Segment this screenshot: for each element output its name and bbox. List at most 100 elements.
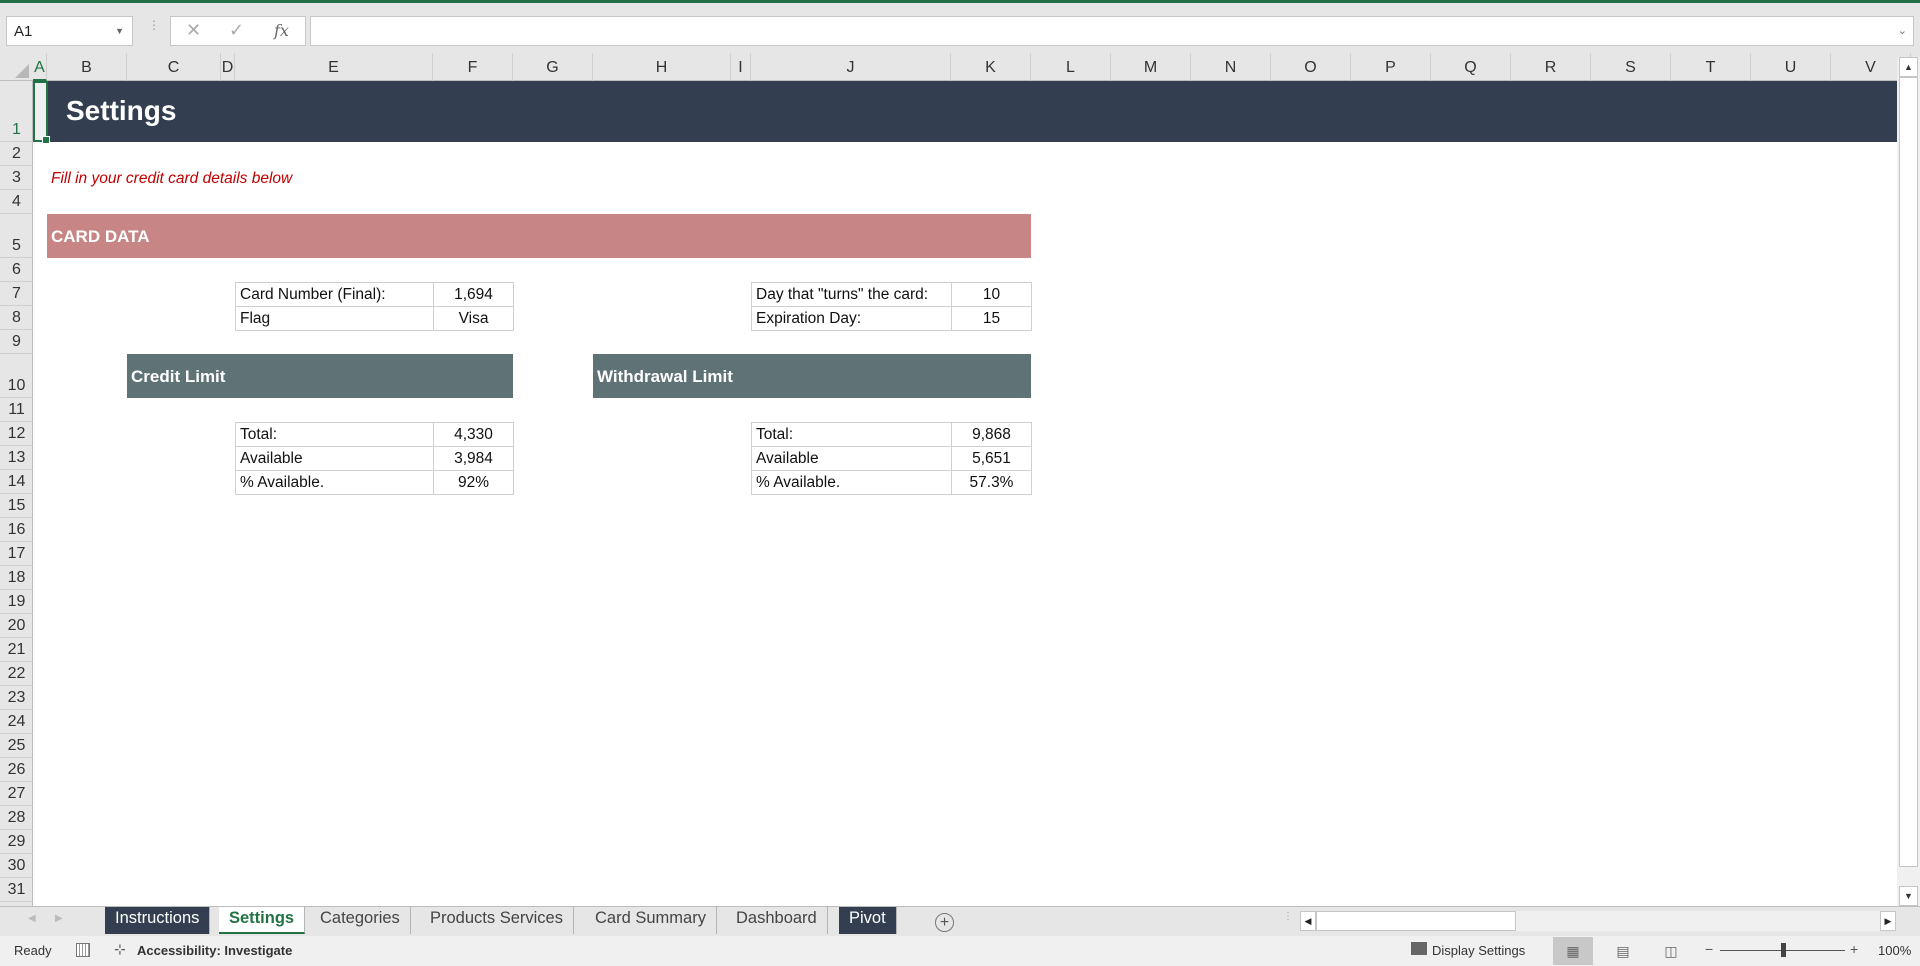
column-header-s[interactable]: S: [1591, 53, 1671, 81]
column-header-t[interactable]: T: [1671, 53, 1751, 81]
zoom-slider-thumb[interactable]: [1781, 943, 1786, 957]
column-header-b[interactable]: B: [47, 53, 127, 81]
name-box[interactable]: A1 ▼: [6, 16, 133, 46]
accessibility-status[interactable]: Accessibility: Investigate: [137, 943, 292, 958]
scroll-left-icon[interactable]: ◀: [1300, 911, 1316, 931]
prev-sheet-icon[interactable]: ◀: [28, 913, 36, 924]
turn-day-value[interactable]: 10: [951, 282, 1032, 307]
row-header-4[interactable]: 4: [0, 190, 33, 214]
sheet-tab-categories[interactable]: Categories: [310, 907, 411, 934]
row-header-10[interactable]: 10: [0, 354, 33, 398]
sheet-tab-pivot[interactable]: Pivot: [839, 907, 897, 934]
withdrawal-pct-value[interactable]: 57.3%: [951, 470, 1032, 495]
macro-record-icon[interactable]: [76, 943, 90, 957]
zoom-in-icon[interactable]: +: [1850, 941, 1858, 957]
column-header-q[interactable]: Q: [1431, 53, 1511, 81]
row-header-3[interactable]: 3: [0, 166, 33, 190]
column-header-g[interactable]: G: [513, 53, 593, 81]
accessibility-icon[interactable]: ⊹: [114, 941, 126, 958]
row-header-19[interactable]: 19: [0, 590, 33, 614]
sheet-tab-products-services[interactable]: Products Services: [420, 907, 574, 934]
zoom-out-icon[interactable]: −: [1705, 941, 1713, 957]
display-settings-icon[interactable]: [1411, 942, 1427, 955]
column-header-n[interactable]: N: [1191, 53, 1271, 81]
row-header-23[interactable]: 23: [0, 686, 33, 710]
column-header-j[interactable]: J: [751, 53, 951, 81]
column-header-f[interactable]: F: [433, 53, 513, 81]
row-header-27[interactable]: 27: [0, 782, 33, 806]
horizontal-scroll-thumb[interactable]: [1316, 911, 1516, 931]
column-header-i[interactable]: I: [731, 53, 751, 81]
row-header-31[interactable]: 31: [0, 878, 33, 902]
scroll-up-icon[interactable]: ▲: [1899, 57, 1918, 77]
enter-icon[interactable]: ✓: [229, 20, 244, 41]
sheet-tab-dashboard[interactable]: Dashboard: [726, 907, 828, 934]
row-header-28[interactable]: 28: [0, 806, 33, 830]
column-header-h[interactable]: H: [593, 53, 731, 81]
sheet-tab-card-summary[interactable]: Card Summary: [585, 907, 717, 934]
select-all-button[interactable]: [0, 53, 33, 81]
row-header-12[interactable]: 12: [0, 422, 33, 446]
row-header-13[interactable]: 13: [0, 446, 33, 470]
column-header-o[interactable]: O: [1271, 53, 1351, 81]
row-header-24[interactable]: 24: [0, 710, 33, 734]
sheet-tab-instructions[interactable]: Instructions: [105, 907, 211, 934]
column-header-a[interactable]: A: [33, 53, 47, 81]
column-header-r[interactable]: R: [1511, 53, 1591, 81]
row-header-16[interactable]: 16: [0, 518, 33, 542]
row-header-21[interactable]: 21: [0, 638, 33, 662]
card-number-value[interactable]: 1,694: [433, 282, 514, 307]
row-header-6[interactable]: 6: [0, 258, 33, 282]
row-header-1[interactable]: 1: [0, 81, 33, 142]
column-header-p[interactable]: P: [1351, 53, 1431, 81]
credit-available-value[interactable]: 3,984: [433, 446, 514, 471]
cancel-icon[interactable]: ✕: [186, 20, 201, 41]
column-header-l[interactable]: L: [1031, 53, 1111, 81]
credit-pct-value[interactable]: 92%: [433, 470, 514, 495]
scroll-down-icon[interactable]: ▼: [1899, 886, 1918, 906]
row-header-26[interactable]: 26: [0, 758, 33, 782]
next-sheet-icon[interactable]: ▶: [55, 913, 63, 924]
column-header-c[interactable]: C: [127, 53, 221, 81]
chevron-down-icon[interactable]: ▼: [115, 26, 124, 36]
row-header-17[interactable]: 17: [0, 542, 33, 566]
function-icon[interactable]: fx: [274, 21, 289, 40]
row-header-22[interactable]: 22: [0, 662, 33, 686]
formula-input[interactable]: ⌄: [310, 16, 1914, 46]
active-cell-a1[interactable]: [33, 81, 50, 144]
credit-total-value[interactable]: 4,330: [433, 422, 514, 447]
column-header-k[interactable]: K: [951, 53, 1031, 81]
vertical-scrollbar[interactable]: ▲ ▼: [1897, 57, 1920, 906]
display-settings-button[interactable]: Display Settings: [1432, 943, 1525, 958]
row-header-15[interactable]: 15: [0, 494, 33, 518]
vertical-scroll-thumb[interactable]: [1899, 77, 1918, 867]
withdrawal-available-value[interactable]: 5,651: [951, 446, 1032, 471]
zoom-level[interactable]: 100%: [1878, 943, 1911, 958]
row-header-2[interactable]: 2: [0, 142, 33, 166]
row-header-7[interactable]: 7: [0, 282, 33, 306]
row-header-14[interactable]: 14: [0, 470, 33, 494]
normal-view-icon[interactable]: ▦: [1553, 937, 1593, 965]
page-layout-view-icon[interactable]: ▤: [1603, 937, 1643, 965]
row-header-18[interactable]: 18: [0, 566, 33, 590]
page-break-view-icon[interactable]: ◫: [1651, 937, 1691, 965]
expiration-day-value[interactable]: 15: [951, 306, 1032, 331]
row-header-29[interactable]: 29: [0, 830, 33, 854]
row-header-11[interactable]: 11: [0, 398, 33, 422]
add-sheet-icon[interactable]: +: [935, 913, 954, 932]
sheet-tab-settings[interactable]: Settings: [219, 907, 306, 934]
withdrawal-total-value[interactable]: 9,868: [951, 422, 1032, 447]
flag-value[interactable]: Visa: [433, 306, 514, 331]
row-header-20[interactable]: 20: [0, 614, 33, 638]
row-header-30[interactable]: 30: [0, 854, 33, 878]
expand-formula-icon[interactable]: ⌄: [1898, 24, 1907, 37]
row-header-25[interactable]: 25: [0, 734, 33, 758]
column-header-d[interactable]: D: [221, 53, 235, 81]
column-header-u[interactable]: U: [1751, 53, 1831, 81]
horizontal-scrollbar[interactable]: ◀ ▶: [1300, 911, 1896, 931]
column-header-m[interactable]: M: [1111, 53, 1191, 81]
row-header-9[interactable]: 9: [0, 330, 33, 354]
row-header-8[interactable]: 8: [0, 306, 33, 330]
row-header-5[interactable]: 5: [0, 214, 33, 258]
column-header-e[interactable]: E: [235, 53, 433, 81]
